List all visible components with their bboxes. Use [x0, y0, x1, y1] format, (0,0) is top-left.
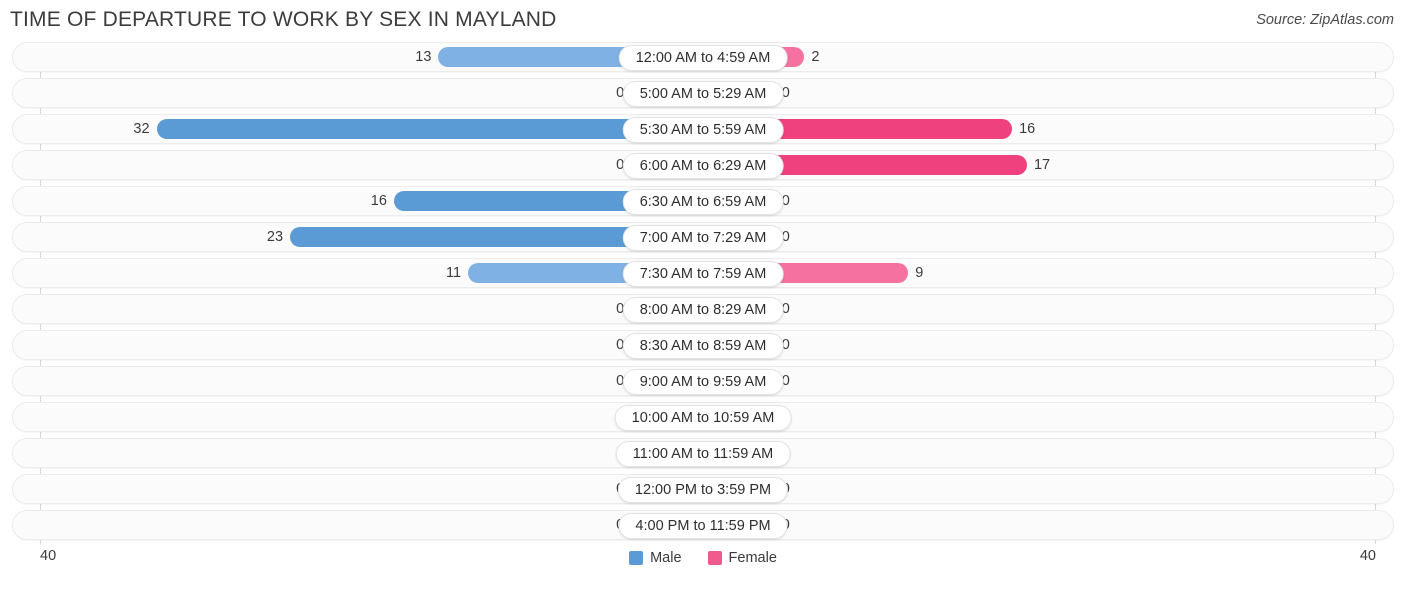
- category-label: 9:00 AM to 9:59 AM: [622, 369, 784, 395]
- table-row[interactable]: 0 0 8:00 AM to 8:29 AM: [12, 294, 1394, 324]
- chart-plot-area: 13 2 12:00 AM to 4:59 AM 0 0 5:00 AM to 5:29 …: [12, 42, 1394, 544]
- legend-swatch-icon: [629, 551, 644, 565]
- category-label: 8:30 AM to 8:59 AM: [622, 333, 784, 359]
- male-value-label: 11: [446, 265, 462, 281]
- category-label: 4:00 PM to 11:59 PM: [618, 513, 788, 539]
- category-label: 7:30 AM to 7:59 AM: [622, 261, 784, 287]
- male-value-label: 13: [415, 49, 432, 65]
- table-row[interactable]: 0010:00 AM to 10:59 AM: [12, 402, 1394, 432]
- male-value-label: 23: [266, 229, 284, 245]
- chart-legend: Male Female: [12, 550, 1394, 566]
- table-row[interactable]: 0 0 9:00 AM to 9:59 AM: [12, 366, 1394, 396]
- legend-item-male[interactable]: Male: [629, 550, 682, 566]
- table-row[interactable]: 11 9 7:30 AM to 7:59 AM: [12, 258, 1394, 288]
- category-label: 6:30 AM to 6:59 AM: [622, 189, 784, 215]
- legend-label: Female: [728, 550, 777, 566]
- legend-swatch-icon: [707, 551, 722, 565]
- source-attribution: Source: ZipAtlas.com: [1256, 12, 1394, 28]
- legend-label: Male: [650, 550, 682, 566]
- chart-rows: 13 2 12:00 AM to 4:59 AM 0 0 5:00 AM to 5:29 …: [12, 42, 1394, 540]
- male-value-label: 16: [370, 193, 387, 209]
- table-row[interactable]: 0 0 8:30 AM to 8:59 AM: [12, 330, 1394, 360]
- table-row[interactable]: 32 16 5:30 AM to 5:59 AM: [12, 114, 1394, 144]
- category-label: 11:00 AM to 11:59 AM: [615, 441, 791, 467]
- table-row[interactable]: 0 17 6:00 AM to 6:29 AM: [12, 150, 1394, 180]
- female-value-label: 2: [811, 49, 820, 65]
- category-label: 12:00 PM to 3:59 PM: [617, 477, 789, 503]
- table-row[interactable]: 0012:00 PM to 3:59 PM: [12, 474, 1394, 504]
- category-label: 6:00 AM to 6:29 AM: [622, 153, 784, 179]
- female-value-label: 9: [915, 265, 924, 281]
- category-label: 10:00 AM to 10:59 AM: [614, 405, 792, 431]
- female-value-label: 17: [1033, 157, 1051, 173]
- chart-footer: 40 40 Male Female: [12, 544, 1394, 586]
- category-label: 8:00 AM to 8:29 AM: [622, 297, 784, 323]
- category-label: 12:00 AM to 4:59 AM: [618, 45, 788, 71]
- male-bar[interactable]: [156, 119, 703, 139]
- page-title: TIME OF DEPARTURE TO WORK BY SEX IN MAYL…: [10, 8, 557, 31]
- category-label: 5:30 AM to 5:59 AM: [622, 117, 784, 143]
- table-row[interactable]: 23 0 7:00 AM to 7:29 AM: [12, 222, 1394, 252]
- table-row[interactable]: 004:00 PM to 11:59 PM: [12, 510, 1394, 540]
- table-row[interactable]: 0011:00 AM to 11:59 AM: [12, 438, 1394, 468]
- male-value-label: 32: [133, 121, 150, 137]
- table-row[interactable]: 13 2 12:00 AM to 4:59 AM: [12, 42, 1394, 72]
- table-row[interactable]: 16 0 6:30 AM to 6:59 AM: [12, 186, 1394, 216]
- table-row[interactable]: 0 0 5:00 AM to 5:29 AM: [12, 78, 1394, 108]
- category-label: 5:00 AM to 5:29 AM: [622, 81, 784, 107]
- chart-header: TIME OF DEPARTURE TO WORK BY SEX IN MAYL…: [0, 0, 1406, 42]
- legend-item-female[interactable]: Female: [707, 550, 777, 566]
- female-value-label: 16: [1019, 121, 1036, 137]
- category-label: 7:00 AM to 7:29 AM: [622, 225, 784, 251]
